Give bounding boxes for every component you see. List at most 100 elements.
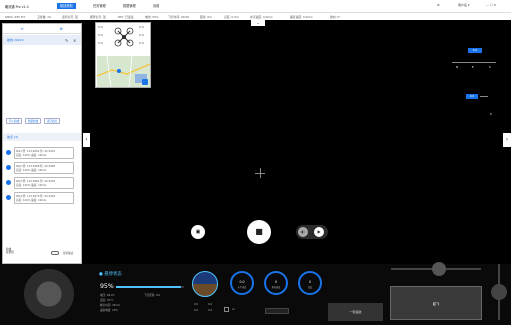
route-item[interactable]: 航线 20240 ✎ ✕ xyxy=(3,35,81,45)
mode-photo-icon[interactable]: ◐ xyxy=(298,227,308,237)
waypoints-section-header[interactable]: 航点 (4) xyxy=(3,133,81,141)
left-joystick[interactable] xyxy=(24,269,74,319)
status-heading: 航向: 0° xyxy=(330,14,341,19)
waypoint-params: 高度: 120m 速度: 10m/s xyxy=(16,199,47,202)
speed-scale-tick xyxy=(480,96,488,97)
motor-stat: 0 % xyxy=(98,26,103,29)
mini-map[interactable] xyxy=(97,56,150,87)
telemetry-voltage: 电压: 48.2V xyxy=(100,294,115,297)
gimbal-slider-knob[interactable] xyxy=(432,262,446,276)
sidebar-tab-list[interactable]: ≡ xyxy=(3,26,41,31)
status-battery: 电池: 95% xyxy=(145,14,159,19)
waypoint-item[interactable]: Wp1 经: 113.9452 纬: 22.5431 高度: 120m 速度: … xyxy=(6,147,80,159)
route-total-label: 航线 总里程 xyxy=(6,248,14,255)
motor-stat: 0 % xyxy=(139,34,144,37)
status-rtk: RTK: 已连接 xyxy=(118,14,134,19)
compass-mark-e: E xyxy=(472,66,474,69)
status-flight-time: 飞行时间: 00:00 xyxy=(168,14,190,19)
photo-button[interactable]: ▣ xyxy=(191,225,205,239)
compass-mark-n: N xyxy=(456,66,458,69)
waypoint-marker-icon xyxy=(6,165,11,170)
show-waypoints-toggle[interactable] xyxy=(51,251,59,255)
takeoff-button[interactable]: 起飞 xyxy=(390,286,482,320)
throttle-slider-knob[interactable] xyxy=(491,284,507,300)
route-item-label: 航线 20240 xyxy=(7,38,24,42)
v-speed-caption: 垂直速度 xyxy=(271,286,281,289)
v-speed-value: 0 xyxy=(274,280,278,284)
camera-mode-toggle[interactable]: ◐ ▶ xyxy=(296,225,328,239)
record-button[interactable]: ■ xyxy=(247,220,271,244)
waypoint-item[interactable]: Wp3 经: 113.9481 纬: 22.5432 高度: 120m 速度: … xyxy=(6,177,80,189)
speed-tick-label: 0 xyxy=(490,113,492,116)
waypoint-item[interactable]: Wp2 经: 113.9468 纬: 22.5440 高度: 120m 速度: … xyxy=(6,162,80,174)
tab-settings[interactable]: 设置 xyxy=(150,3,162,9)
waypoint-marker-icon xyxy=(6,150,11,155)
collapse-top-button[interactable]: ⌄ xyxy=(251,20,265,26)
compass-mark-s: S xyxy=(489,66,491,69)
altitude-value: 0 xyxy=(308,280,312,284)
status-gnss: GNSS: RTK FIX xyxy=(5,14,26,19)
user-menu[interactable]: 用户名 ▾ xyxy=(458,3,469,7)
motor-stat: 0 % xyxy=(139,26,144,29)
motor-stat: 0 % xyxy=(98,42,103,45)
waypoint-item[interactable]: Wp4 经: 113.9470 纬: 22.5418 高度: 120m 速度: … xyxy=(6,192,80,204)
status-distance: 距离: 0m xyxy=(200,14,212,19)
attitude-value: 0.0 xyxy=(208,303,213,306)
status-satellites: 卫星数: 24 xyxy=(37,14,51,19)
altitude-gauge: 0 高度 xyxy=(298,271,322,295)
waypoint-marker-icon xyxy=(6,195,11,200)
altitude-readout: 0.0 xyxy=(468,48,482,53)
status-altitude: 高度: 0.0m xyxy=(224,14,239,19)
attitude-value: 0.0 xyxy=(194,309,199,312)
battery-bar-fill xyxy=(116,286,181,288)
center-crosshair xyxy=(255,168,265,178)
waypoint-marker-icon xyxy=(6,180,11,185)
tab-task-management[interactable]: 任务管理 xyxy=(90,3,109,9)
clear-waypoints-button[interactable]: 清空航点 xyxy=(44,118,60,124)
waypoints-section-label: 航点 (4) xyxy=(7,135,19,139)
edit-icon[interactable]: ✎ xyxy=(65,38,68,43)
expand-right-panel-button[interactable]: › xyxy=(503,133,511,147)
speed-readout: 0.0 xyxy=(466,94,478,99)
status-v-speed: 垂直速度: 0.0m/s xyxy=(290,14,313,19)
battery-percentage: 95% xyxy=(100,283,114,290)
delete-icon[interactable]: ✕ xyxy=(73,38,76,43)
h-speed-caption: 水平速度 xyxy=(237,286,247,289)
status-bar: GNSS: RTK FIX 卫星数: 24 遥控信号: 强 图传信号: 强 RT… xyxy=(0,12,511,20)
window-controls[interactable]: — ☐ ✕ xyxy=(486,3,496,7)
mode-video-icon[interactable]: ▶ xyxy=(314,227,324,237)
telemetry-remaining: 剩余时间: 25min xyxy=(100,304,121,307)
motor-stat: 0 % xyxy=(98,34,103,37)
status-video-signal: 图传信号: 强 xyxy=(90,14,106,19)
flight-status-label: ● 悬停状态 xyxy=(99,272,122,277)
param-input[interactable] xyxy=(265,308,289,314)
altitude-caption: 高度 xyxy=(307,286,313,289)
status-rc-signal: 遥控信号: 强 xyxy=(62,14,78,19)
tab-data-management[interactable]: 数据管理 xyxy=(120,3,139,9)
v-speed-gauge: 0 垂直速度 xyxy=(264,271,288,295)
telemetry-temp: 温度: 32°C xyxy=(100,299,114,302)
tab-route-planning[interactable]: 航线规划 xyxy=(57,3,76,9)
waypoint-params: 高度: 120m 速度: 10m/s xyxy=(16,169,47,172)
telemetry-rth-battery: 返航电量: 20% xyxy=(100,309,118,312)
return-home-button[interactable]: 一键返航 xyxy=(328,303,383,321)
import-route-button[interactable]: 导入航线 xyxy=(6,118,22,124)
motor-stat: 0 % xyxy=(139,42,144,45)
route-sidebar: ≡ ⊕ 航线 20240 ✎ ✕ 导入航线 新建航线 清空航点 航点 (4) W… xyxy=(2,23,82,264)
status-h-speed: 水平速度: 0.0m/s xyxy=(250,14,273,19)
waypoint-params: 高度: 120m 速度: 10m/s xyxy=(16,184,47,187)
app-title: 瞰测通 Pro v1.0 xyxy=(5,5,29,9)
checkbox[interactable] xyxy=(224,307,229,312)
attitude-value: 0.0 xyxy=(208,309,213,312)
h-speed-value: 0.0 xyxy=(239,280,245,284)
sidebar-tabs: ≡ ⊕ xyxy=(3,24,81,34)
checkbox-label: AI xyxy=(232,308,235,311)
top-bar: 瞰测通 Pro v1.0 航线规划 任务管理 数据管理 设置 ⚙ 用户名 ▾ —… xyxy=(0,0,511,12)
gear-icon[interactable]: ⚙ xyxy=(437,3,440,7)
sidebar-tab-add[interactable]: ⊕ xyxy=(42,26,80,31)
drone-icon xyxy=(114,27,134,47)
collapse-sidebar-button[interactable]: ‹ xyxy=(83,133,90,147)
heading-scale xyxy=(452,62,496,63)
new-route-button[interactable]: 新建航线 xyxy=(25,118,41,124)
map-pin-icon[interactable] xyxy=(142,79,148,85)
